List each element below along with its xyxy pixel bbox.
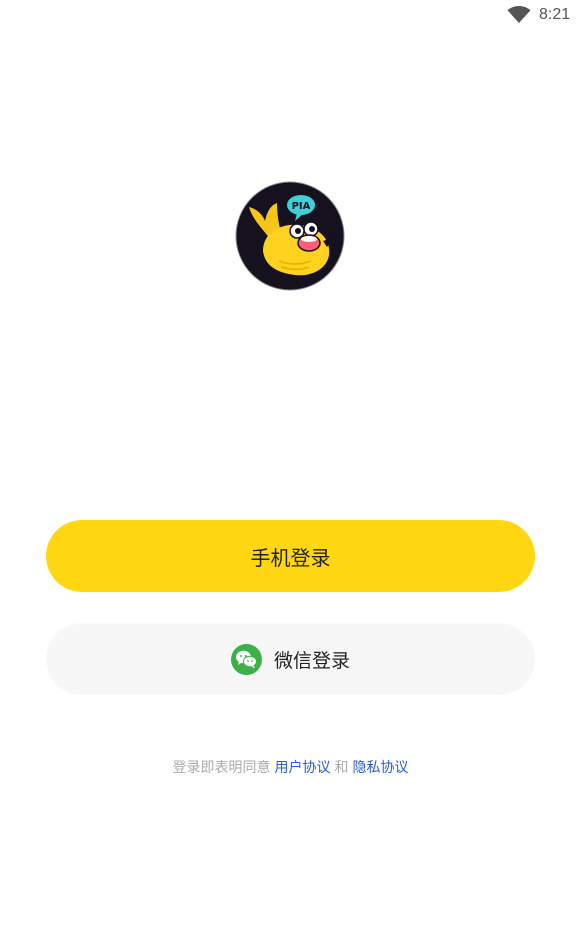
user-agreement-link[interactable]: 用户协议: [275, 760, 331, 776]
phone-login-button[interactable]: 手机登录: [46, 520, 535, 592]
login-screen: 8:21 PIA 手机登录 微信登录 登录即表明同意 用户协议 和 隐私协议: [0, 0, 581, 930]
wechat-login-button[interactable]: 微信登录: [46, 623, 535, 695]
phone-login-label: 手机登录: [250, 545, 331, 570]
wechat-login-label: 微信登录: [273, 649, 350, 672]
agreement-text: 登录即表明同意 用户协议和隐私协议: [0, 758, 581, 778]
status-bar: 8:21: [0, 0, 581, 30]
agreement-and: 和: [334, 760, 349, 776]
app-logo-mascot: PIA: [235, 181, 345, 291]
status-time: 8:21: [539, 6, 571, 23]
wechat-icon: [230, 643, 262, 675]
agreement-prefix: 登录即表明同意: [172, 760, 271, 776]
privacy-policy-link[interactable]: 隐私协议: [353, 760, 409, 776]
wifi-icon: [507, 6, 531, 23]
logo-badge-text: PIA: [292, 201, 311, 212]
